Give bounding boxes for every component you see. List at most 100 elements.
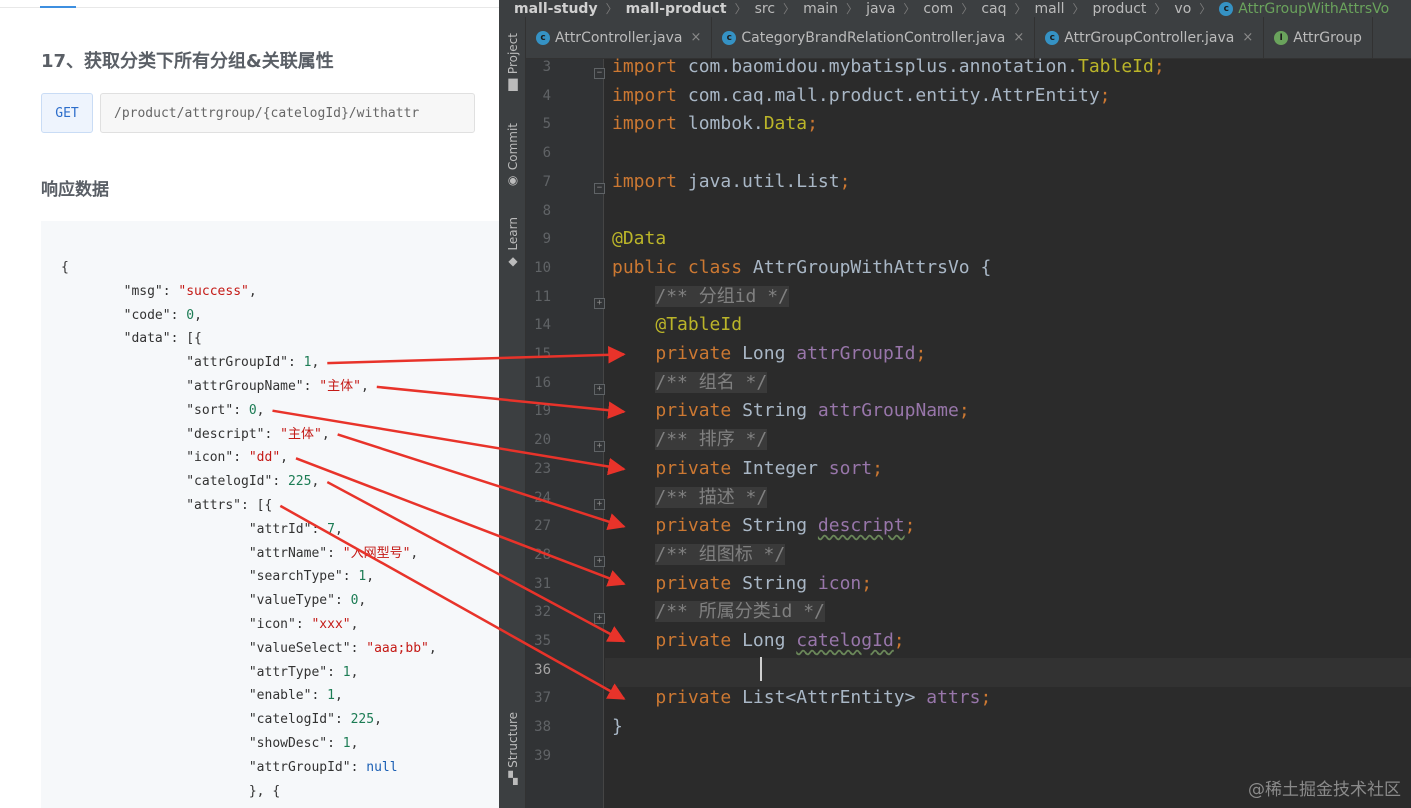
json-token: "dd" — [248, 450, 281, 466]
endpoint-url-field[interactable]: /product/attrgroup/{catelogId}/withattr — [100, 93, 475, 133]
breadcrumb-separator-icon: 〉 — [1072, 2, 1085, 16]
breadcrumb-item[interactable]: java — [866, 1, 895, 17]
json-line: "code": 0, — [61, 304, 437, 328]
close-tab-icon[interactable]: × — [690, 30, 701, 45]
json-token: , — [311, 355, 320, 371]
code-token: private — [655, 572, 743, 594]
breadcrumb-separator-icon: 〉 — [605, 2, 618, 16]
breadcrumb-item[interactable]: mall — [1035, 1, 1065, 17]
fold-expand-icon[interactable]: + — [594, 613, 605, 625]
json-token: , — [311, 474, 320, 490]
fold-expand-icon[interactable]: + — [594, 441, 605, 453]
fold-expand-icon[interactable]: + — [594, 383, 605, 395]
fold-expand-icon[interactable]: + — [594, 297, 605, 309]
json-token: 225 — [287, 474, 312, 490]
json-line: "attrGroupId": 1, — [61, 351, 437, 375]
code-token: attrGroupId — [796, 343, 916, 364]
code-line: import lombok.Data; — [612, 110, 818, 139]
json-token: "attrGroupName" — [61, 378, 304, 394]
fold-collapse-icon[interactable]: − — [594, 182, 605, 194]
json-token: , — [374, 712, 382, 728]
structure-icon: ▚ — [508, 770, 518, 785]
breadcrumb-item[interactable]: caq — [981, 1, 1006, 17]
http-method-badge: GET — [41, 93, 93, 133]
line-number: 20 — [534, 432, 551, 449]
code-token: import — [612, 170, 688, 192]
fold-expand-icon[interactable]: + — [594, 498, 605, 510]
line-number-gutter: 3 − 4 5 6 7 − 8 9 10 11 +14 15 16 +19 20 +23 24 +27 28 +31 32… — [526, 59, 605, 808]
line-number: 15 — [534, 346, 551, 362]
class-icon: c — [722, 30, 737, 45]
tool-window-project[interactable]: Project ▇ — [503, 33, 523, 90]
code-line: /** 组名 */ — [612, 369, 768, 398]
json-token: , — [350, 616, 359, 632]
code-token: } — [612, 716, 623, 738]
breadcrumb-item[interactable]: mall-study — [514, 1, 598, 17]
close-tab-icon[interactable]: × — [1013, 30, 1024, 45]
line-number: 36 — [534, 661, 551, 678]
tool-window-structure[interactable]: Structure ▚ — [503, 712, 523, 784]
code-token: Long — [742, 630, 797, 651]
json-line: "enable": 1, — [61, 684, 437, 708]
tool-window-label: Structure — [506, 712, 520, 768]
json-token: "data" — [61, 331, 171, 347]
breadcrumb-item[interactable]: com — [923, 1, 953, 17]
folder-icon: ▇ — [508, 77, 518, 92]
json-token: 1 — [342, 664, 351, 680]
breadcrumb-item[interactable]: vo — [1174, 1, 1191, 17]
breadcrumb-item[interactable]: c AttrGroupWithAttrsVo — [1219, 1, 1389, 17]
code-token: /** 描述 */ — [655, 486, 768, 508]
json-line: "showDesc": 1, — [61, 732, 437, 756]
tool-window-learn[interactable]: Learn ◆ — [503, 217, 523, 267]
breadcrumb-item[interactable]: main — [803, 1, 838, 17]
tool-window-commit[interactable]: Commit ◉ — [503, 123, 523, 186]
json-line: "catelogId": 225, — [61, 708, 437, 732]
json-token: : — [327, 735, 343, 751]
code-token: import — [612, 56, 688, 77]
line-number: 28 — [534, 546, 551, 563]
breadcrumb-label: com — [923, 0, 954, 17]
json-token: : — [350, 759, 367, 775]
json-token: , — [428, 640, 437, 656]
response-json: { "msg": "success", "code": 0, "data": [… — [61, 256, 437, 808]
editor-tab[interactable]: I AttrGroup — [1264, 17, 1373, 58]
code-line: private Long attrGroupId; — [612, 340, 926, 369]
json-token: "msg" — [61, 283, 163, 299]
json-token: "aaa;bb" — [366, 640, 429, 656]
code-line: private Long catelogId; — [612, 627, 904, 656]
breadcrumb-label: java — [866, 0, 896, 17]
json-token: , — [334, 521, 343, 537]
json-token: : — [170, 307, 187, 323]
json-token: 1 — [327, 688, 335, 704]
code-editor[interactable]: import com.baomidou.mybatisplus.annotati… — [605, 56, 1411, 808]
json-line: "attrType": 1, — [61, 661, 437, 685]
breadcrumb-item[interactable]: product — [1093, 1, 1147, 17]
line-number: 9 — [542, 231, 551, 248]
line-number: 35 — [534, 633, 551, 649]
json-token: , — [410, 545, 419, 561]
line-number: 11 — [534, 288, 551, 305]
json-token: "searchType" — [61, 569, 343, 585]
class-icon: c — [536, 30, 550, 45]
line-number: 16 — [534, 374, 551, 391]
fold-expand-icon[interactable]: + — [594, 555, 605, 567]
breadcrumb-item[interactable]: src — [755, 1, 775, 17]
breadcrumb-item[interactable]: mall-product — [626, 1, 727, 17]
json-token: { — [61, 260, 69, 275]
fold-collapse-icon[interactable]: − — [594, 68, 605, 79]
code-token: java.util.List — [687, 170, 840, 192]
code-line: private String icon; — [612, 570, 872, 599]
close-tab-icon[interactable]: × — [1242, 30, 1253, 45]
json-token: , — [350, 664, 359, 680]
json-line: "descript": "主体", — [61, 423, 437, 447]
json-token: "showDesc" — [61, 735, 328, 751]
json-line: "data": [{ — [61, 327, 437, 351]
json-token: , — [334, 688, 343, 704]
json-token: : — [287, 355, 304, 371]
breadcrumb-separator-icon: 〉 — [961, 2, 974, 16]
breadcrumb-separator-icon: 〉 — [734, 2, 747, 16]
code-token: ; — [904, 515, 916, 537]
json-token: 1 — [342, 735, 351, 751]
code-token: private — [655, 515, 743, 537]
